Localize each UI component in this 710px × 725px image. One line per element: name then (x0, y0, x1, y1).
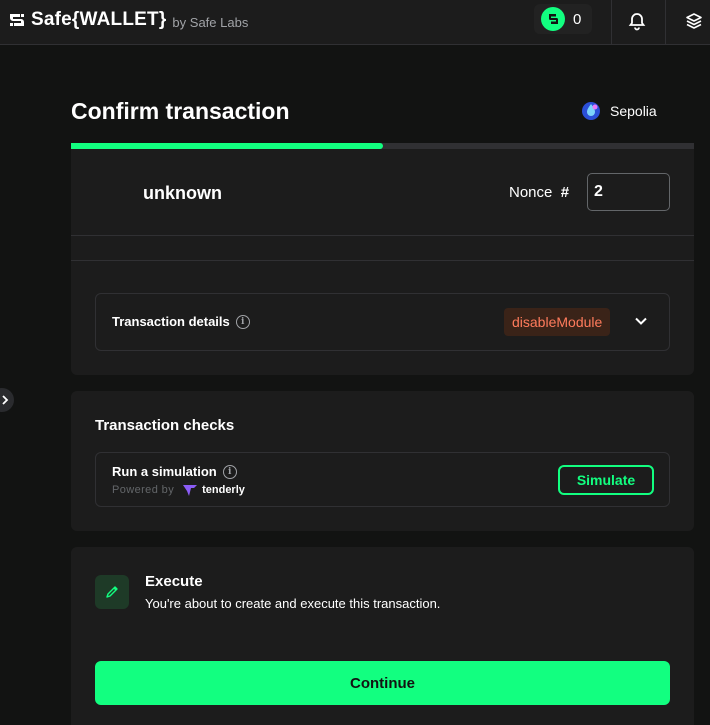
continue-button[interactable]: Continue (95, 661, 670, 705)
info-icon[interactable]: i (222, 464, 237, 479)
sepolia-network-icon (582, 102, 600, 120)
divider (71, 260, 694, 261)
brand-name: Safe{WALLET} (31, 9, 167, 30)
sidebar-toggle[interactable] (0, 388, 14, 412)
simulate-button[interactable]: Simulate (558, 465, 654, 495)
brand-by: by Safe Labs (172, 14, 249, 30)
simulation-label: Run a simulation i (112, 464, 237, 479)
nonce-label: Nonce # (509, 184, 570, 201)
method-badge: disableModule (504, 308, 611, 336)
powered-by: Powered by tenderly (112, 484, 245, 496)
company-name: Safe Labs (189, 14, 249, 30)
transaction-checks-title: Transaction checks (95, 417, 235, 434)
execute-title: Execute (145, 573, 203, 590)
info-icon[interactable]: i (235, 314, 250, 329)
transaction-summary-card: unknown Nonce # Transaction details i di… (71, 149, 694, 375)
execute-card: Execute You're about to create and execu… (71, 547, 694, 725)
header-divider (665, 0, 666, 45)
transaction-name: unknown (143, 183, 222, 203)
page-title: Confirm transaction (71, 98, 290, 124)
chevron-down-icon[interactable] (634, 314, 648, 328)
top-bar: Safe{WALLET} by Safe Labs 0 (0, 0, 710, 45)
nonce-hash: # (560, 184, 570, 201)
network-name: Sepolia (610, 103, 657, 119)
nonce-input[interactable] (587, 173, 670, 211)
tenderly-logo-icon (183, 485, 198, 496)
chevron-right-icon (2, 395, 9, 405)
execute-description: You're about to create and execute this … (145, 596, 441, 611)
header-divider (611, 0, 612, 45)
network-indicator: Sepolia (580, 100, 657, 122)
simulation-box: Run a simulation i Powered by tenderly S… (95, 452, 670, 507)
transaction-details-label: Transaction details i (112, 314, 250, 329)
transaction-checks-card: Transaction checks Run a simulation i Po… (71, 391, 694, 531)
transaction-details-accordion[interactable]: Transaction details i disableModule (95, 293, 670, 351)
safe-token-icon (541, 7, 565, 31)
provider-name: tenderly (202, 484, 245, 496)
token-count: 0 (573, 10, 582, 28)
layers-icon[interactable] (683, 10, 705, 32)
safe-token-badge[interactable]: 0 (534, 4, 592, 34)
divider (71, 235, 694, 236)
safe-logo-icon (10, 14, 24, 26)
pencil-icon (95, 575, 129, 609)
safe-logo[interactable]: Safe{WALLET} by Safe Labs (7, 9, 248, 31)
bell-icon[interactable] (626, 10, 648, 32)
